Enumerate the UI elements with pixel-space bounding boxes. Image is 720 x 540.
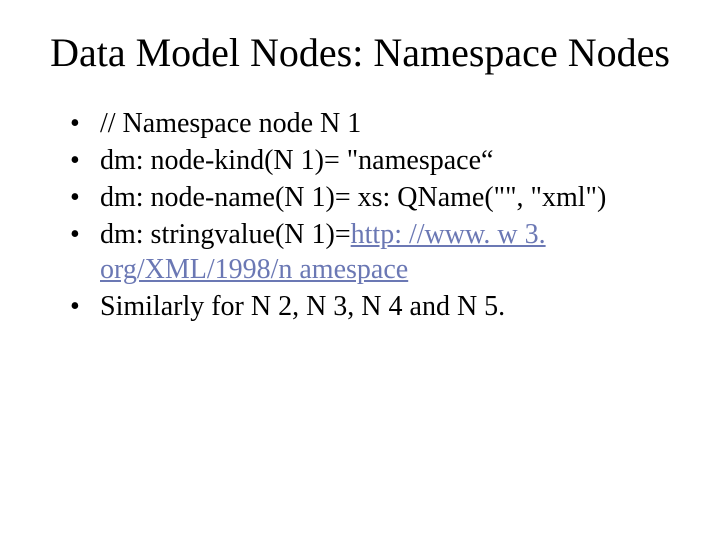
list-item: dm: stringvalue(N 1)=http: //www. w 3. o… — [70, 217, 660, 287]
slide: Data Model Nodes: Namespace Nodes // Nam… — [0, 0, 720, 540]
bullet-list: // Namespace node N 1 dm: node-kind(N 1)… — [50, 106, 670, 324]
slide-title: Data Model Nodes: Namespace Nodes — [50, 30, 670, 76]
list-item: dm: node-kind(N 1)= "namespace“ — [70, 143, 660, 178]
list-item: Similarly for N 2, N 3, N 4 and N 5. — [70, 289, 660, 324]
bullet-text: dm: node-kind(N 1)= "namespace“ — [100, 145, 493, 176]
bullet-text: dm: node-name(N 1)= xs: QName("", "xml") — [100, 182, 606, 213]
list-item: // Namespace node N 1 — [70, 106, 660, 141]
list-item: dm: node-name(N 1)= xs: QName("", "xml") — [70, 180, 660, 215]
bullet-text: dm: stringvalue(N 1)= — [100, 219, 351, 250]
bullet-text: // Namespace node N 1 — [100, 108, 361, 139]
bullet-text: Similarly for N 2, N 3, N 4 and N 5. — [100, 291, 505, 322]
